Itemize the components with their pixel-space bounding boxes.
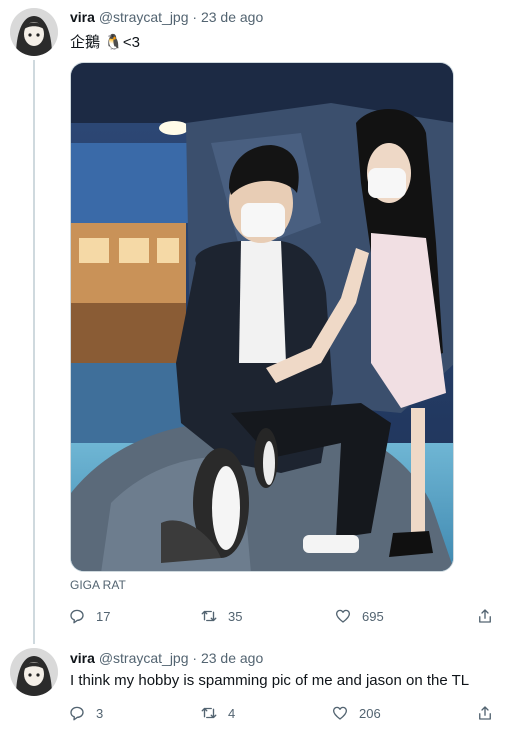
- share-icon: [479, 706, 491, 720]
- like-button[interactable]: 206: [331, 703, 381, 723]
- like-button[interactable]: 695: [334, 606, 384, 626]
- reply-button[interactable]: 3: [68, 703, 103, 723]
- like-count: 695: [362, 608, 384, 624]
- user-handle[interactable]: @straycat_jpg: [99, 9, 189, 25]
- tweet-header: vira @straycat_jpg · 23 de ago: [70, 650, 263, 666]
- reply-count: 17: [96, 608, 111, 624]
- tweet-photo[interactable]: [70, 62, 454, 572]
- separator-dot: ·: [192, 9, 198, 25]
- retweet-button[interactable]: 35: [200, 606, 242, 626]
- photo-image: [71, 63, 453, 571]
- share-button[interactable]: [476, 703, 504, 723]
- reply-count: 3: [96, 705, 104, 721]
- avatar[interactable]: [10, 648, 58, 696]
- share-icon: [479, 609, 491, 623]
- separator-dot: ·: [192, 650, 198, 666]
- retweet-icon: [201, 707, 217, 719]
- thread-connector-line: [33, 60, 35, 644]
- tweet-actions-bar: 17 35 695: [66, 606, 496, 626]
- display-name[interactable]: vira: [70, 9, 95, 25]
- retweet-button[interactable]: 4: [200, 703, 235, 723]
- reply-button[interactable]: 17: [68, 606, 110, 626]
- share-button[interactable]: [476, 606, 504, 626]
- tweet-date[interactable]: 23 de ago: [201, 650, 263, 666]
- retweet-count: 4: [228, 705, 236, 721]
- tweet-text: 企鵝 🐧<3: [70, 34, 140, 51]
- retweet-count: 35: [228, 608, 243, 624]
- heart-icon: [335, 609, 351, 623]
- tweet-date[interactable]: 23 de ago: [201, 9, 263, 25]
- retweet-icon: [201, 610, 217, 622]
- display-name[interactable]: vira: [70, 650, 95, 666]
- avatar-image: [10, 648, 58, 696]
- like-count: 206: [359, 705, 381, 721]
- avatar-image: [10, 8, 58, 56]
- user-handle[interactable]: @straycat_jpg: [99, 650, 189, 666]
- reply-icon: [70, 706, 84, 721]
- reply-icon: [70, 609, 84, 624]
- heart-icon: [332, 706, 348, 720]
- avatar[interactable]: [10, 8, 58, 56]
- tweet-actions-bar: 3 4 206: [66, 703, 496, 723]
- tweet-header: vira @straycat_jpg · 23 de ago: [70, 9, 263, 25]
- media-caption: GIGA RAT: [70, 578, 126, 592]
- tweet-text: I think my hobby is spamming pic of me a…: [70, 672, 470, 689]
